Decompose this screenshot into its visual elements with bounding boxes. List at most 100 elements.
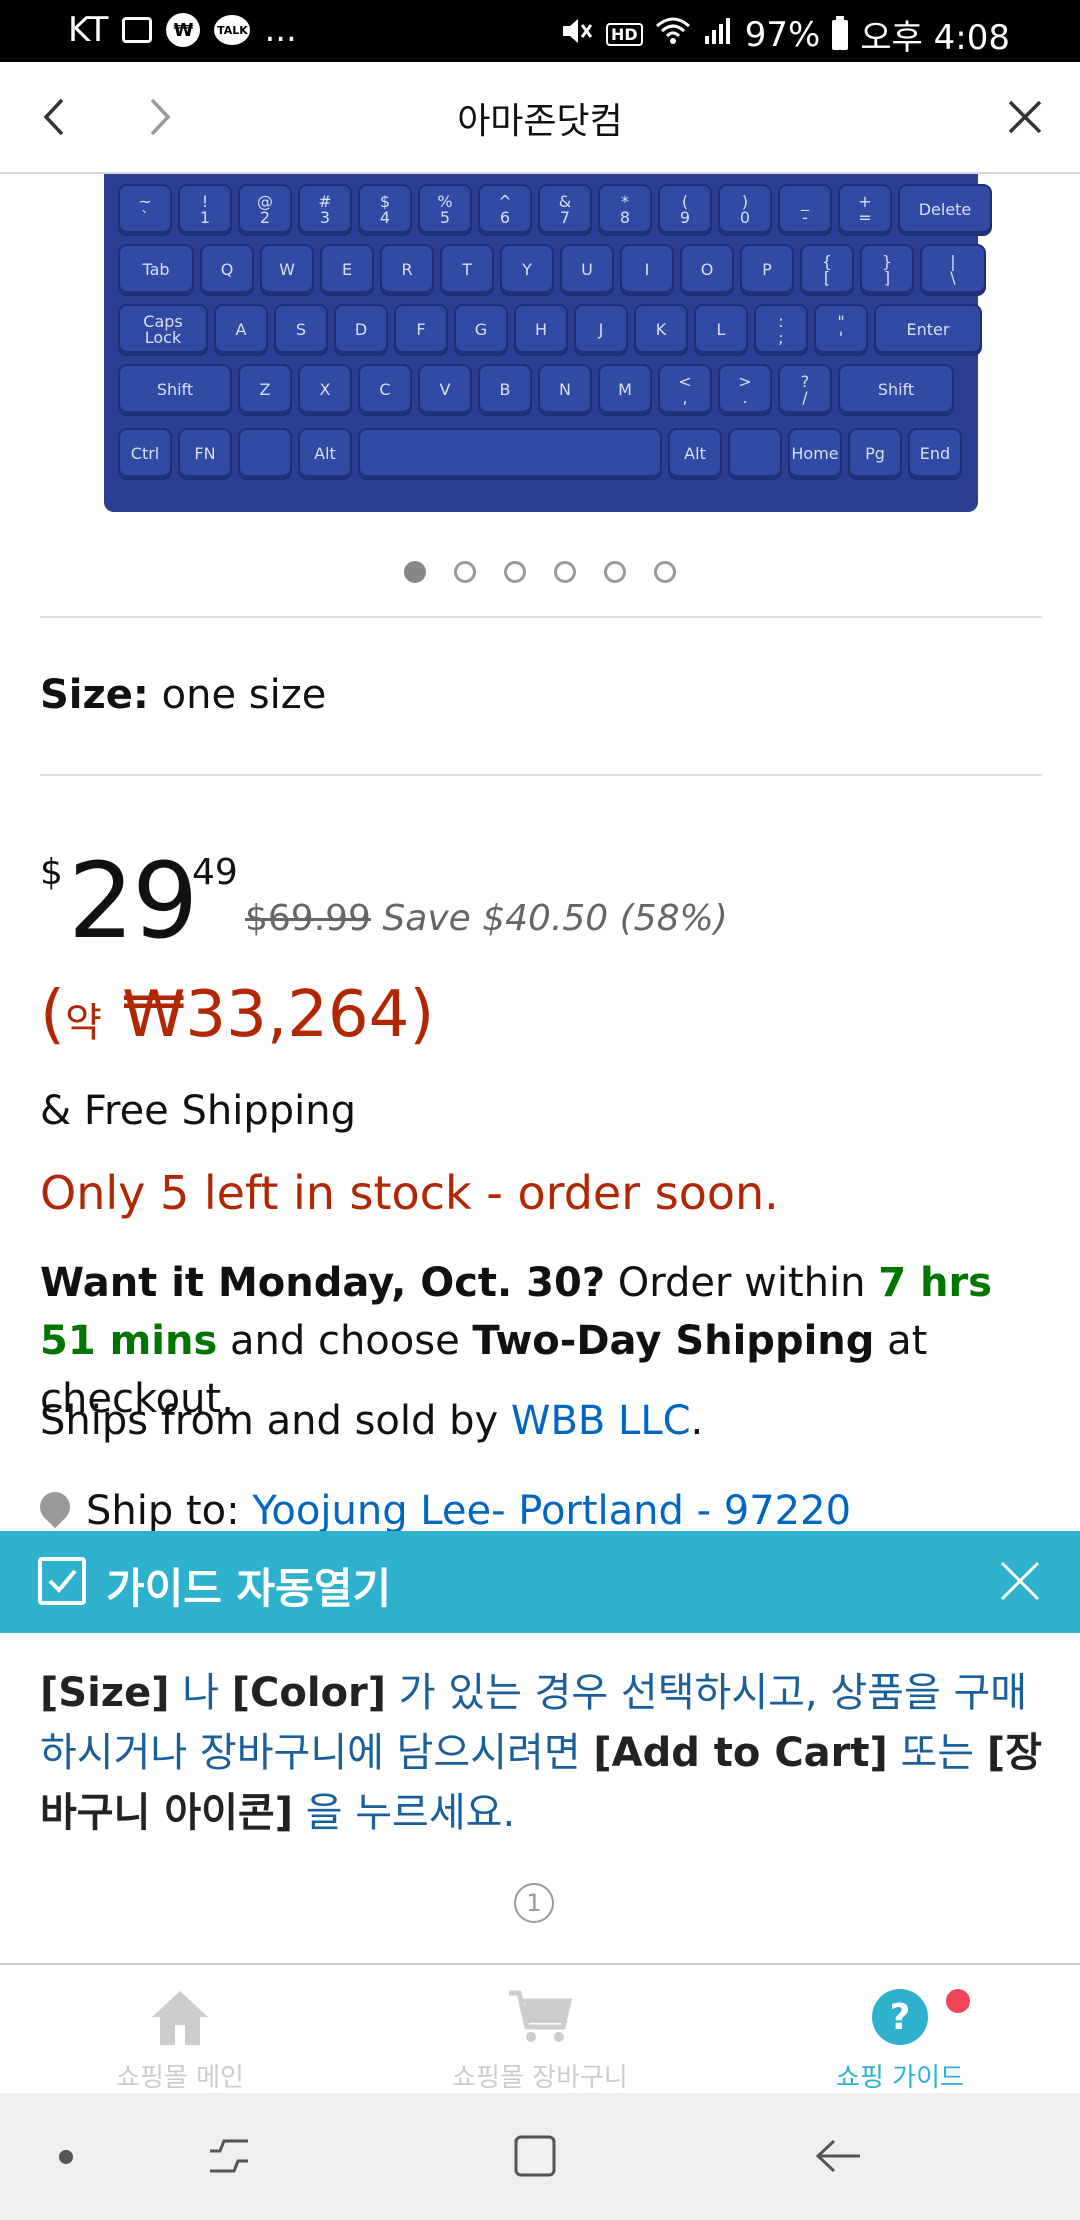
browser-toolbar: 아마존닷컴 [0,62,1080,174]
system-back-button[interactable] [814,2133,864,2183]
keyboard-key: Shift [840,366,952,414]
keyboard-key: Delete [900,186,990,234]
won-icon: ₩ [166,13,201,47]
keyboard-key: Y [502,246,552,294]
keyboard-key: B [480,366,530,414]
keyboard-key: Enter [876,306,980,354]
divider [40,774,1042,776]
guide-page-indicator: 1 [514,1883,554,1923]
keyboard-key: S [276,306,326,354]
keyboard-key: I [622,246,672,294]
keyboard-key: FN [180,430,230,478]
seller-link[interactable]: WBB LLC [511,1398,691,1444]
keyboard-key: _ - [780,186,830,234]
keyboard-key: J [576,306,626,354]
back-arrow-icon [815,2139,860,2173]
keyboard-key: : ; [756,306,806,354]
recent-apps-icon [210,2139,248,2173]
keyboard-key: Ctrl [120,430,170,478]
keyboard-key: * 8 [600,186,650,234]
list-price-savings: $69.99 Save $40.50 (58%) [245,898,728,939]
svg-text:?: ? [890,1997,911,2038]
keyboard-key: C [360,366,410,414]
keyboard-key: N [540,366,590,414]
ship-to-address[interactable]: Yoojung Lee- Portland - 97220 [252,1488,851,1532]
keyboard-key: A [216,306,266,354]
keyboard-key: } ] [862,246,912,294]
help-icon: ? [870,1987,930,2051]
size-selector[interactable]: Size: one size [40,672,326,718]
wifi-icon [655,15,691,55]
price-fraction: 49 [192,852,238,893]
keyboard-key: { [ [802,246,852,294]
keyboard-key: ! 1 [180,186,230,234]
keyboard-key: L [696,306,746,354]
and-choose: and choose [229,1318,460,1364]
auto-open-checkbox[interactable] [38,1557,86,1605]
carousel-dot[interactable] [454,561,476,583]
carousel-dot[interactable] [504,561,526,583]
guide-text-part: 을 누르세요. [293,1790,516,1836]
keyboard-key: % 5 [420,186,470,234]
dot-indicator-icon [58,2149,74,2169]
price-whole: 29 [68,840,198,962]
status-right: HD 97% 오후 4:08 [560,10,1010,59]
keyboard-key: F [396,306,446,354]
krw-value: ₩33,264) [122,978,435,1052]
tab-shopping-guide[interactable]: ? 쇼핑 가이드 [720,1965,1080,2093]
battery-percent: 97% [744,14,821,55]
delivery-date: Want it Monday, Oct. 30? [40,1260,606,1306]
keyboard-key: Pg [850,430,900,478]
keyboard-key: Alt [670,430,720,478]
home-square-icon [514,2135,556,2177]
keyboard-key: ) 0 [720,186,770,234]
keyboard-key: Q [202,246,252,294]
product-image-carousel[interactable]: ~ `! 1 @ 2 # 3 $ 4% 5 ^ 6 & 7 * 8( 9) 0 _ - + = D… [0,174,1080,514]
keyboard-key: $ 4 [360,186,410,234]
kakaotalk-icon: TALK [214,15,251,45]
ship-to[interactable]: Ship to: Yoojung Lee- Portland - 97220 [40,1488,851,1532]
notification-badge [946,1989,970,2013]
krw-open: ( [40,978,65,1052]
page-title: 아마존닷컴 [457,101,623,142]
guide-size: [Size] [40,1670,170,1716]
status-left: KT ₩ TALK ... [68,10,297,50]
checkmark-icon [48,1569,77,1593]
savings: Save $40.50 (58%) [382,898,728,939]
recent-apps-button[interactable] [206,2133,252,2183]
close-icon [1000,1561,1040,1601]
krw-price: (약 ₩33,264) [40,978,434,1052]
guide-title: 가이드 자동열기 [106,1564,392,1613]
tab-shopping-main[interactable]: 쇼핑몰 메인 [0,1965,360,2093]
keyboard-key: < , [660,366,710,414]
carrier-label: KT [68,10,109,50]
keyboard-key: Shift [120,366,230,414]
carousel-dot[interactable] [554,561,576,583]
tab-shopping-cart[interactable]: 쇼핑몰 장바구니 [360,1965,720,2093]
more-notifications: ... [264,10,297,50]
guide-header: 가이드 자동열기 [0,1531,1080,1633]
seller-suffix: . [690,1398,704,1444]
keyboard-key: " ' [816,306,866,354]
keyboard-key: + = [840,186,890,234]
status-bar: KT ₩ TALK ... HD 97% 오후 4:08 [0,0,1080,62]
guide-text-part: 나 [169,1670,232,1716]
carousel-dot[interactable] [604,561,626,583]
divider [40,616,1042,618]
list-price: $69.99 [245,898,371,939]
order-within: Order within [617,1260,866,1306]
carousel-dot[interactable] [404,561,426,583]
keyboard-key: Z [240,366,290,414]
keyboard-key: Tab [120,246,192,294]
close-button[interactable] [998,90,1052,144]
guide-close-button[interactable] [996,1557,1044,1605]
keyboard-key: > . [720,366,770,414]
ship-to-label: Ship to: [86,1488,240,1532]
home-button[interactable] [512,2133,558,2183]
carousel-dot[interactable] [654,561,676,583]
keyboard-key: P [742,246,792,294]
seller-info: Ships from and sold by WBB LLC. [40,1398,703,1444]
size-label: Size: [40,672,149,718]
keyboard-key: M [600,366,650,414]
keyboard-key: E [322,246,372,294]
